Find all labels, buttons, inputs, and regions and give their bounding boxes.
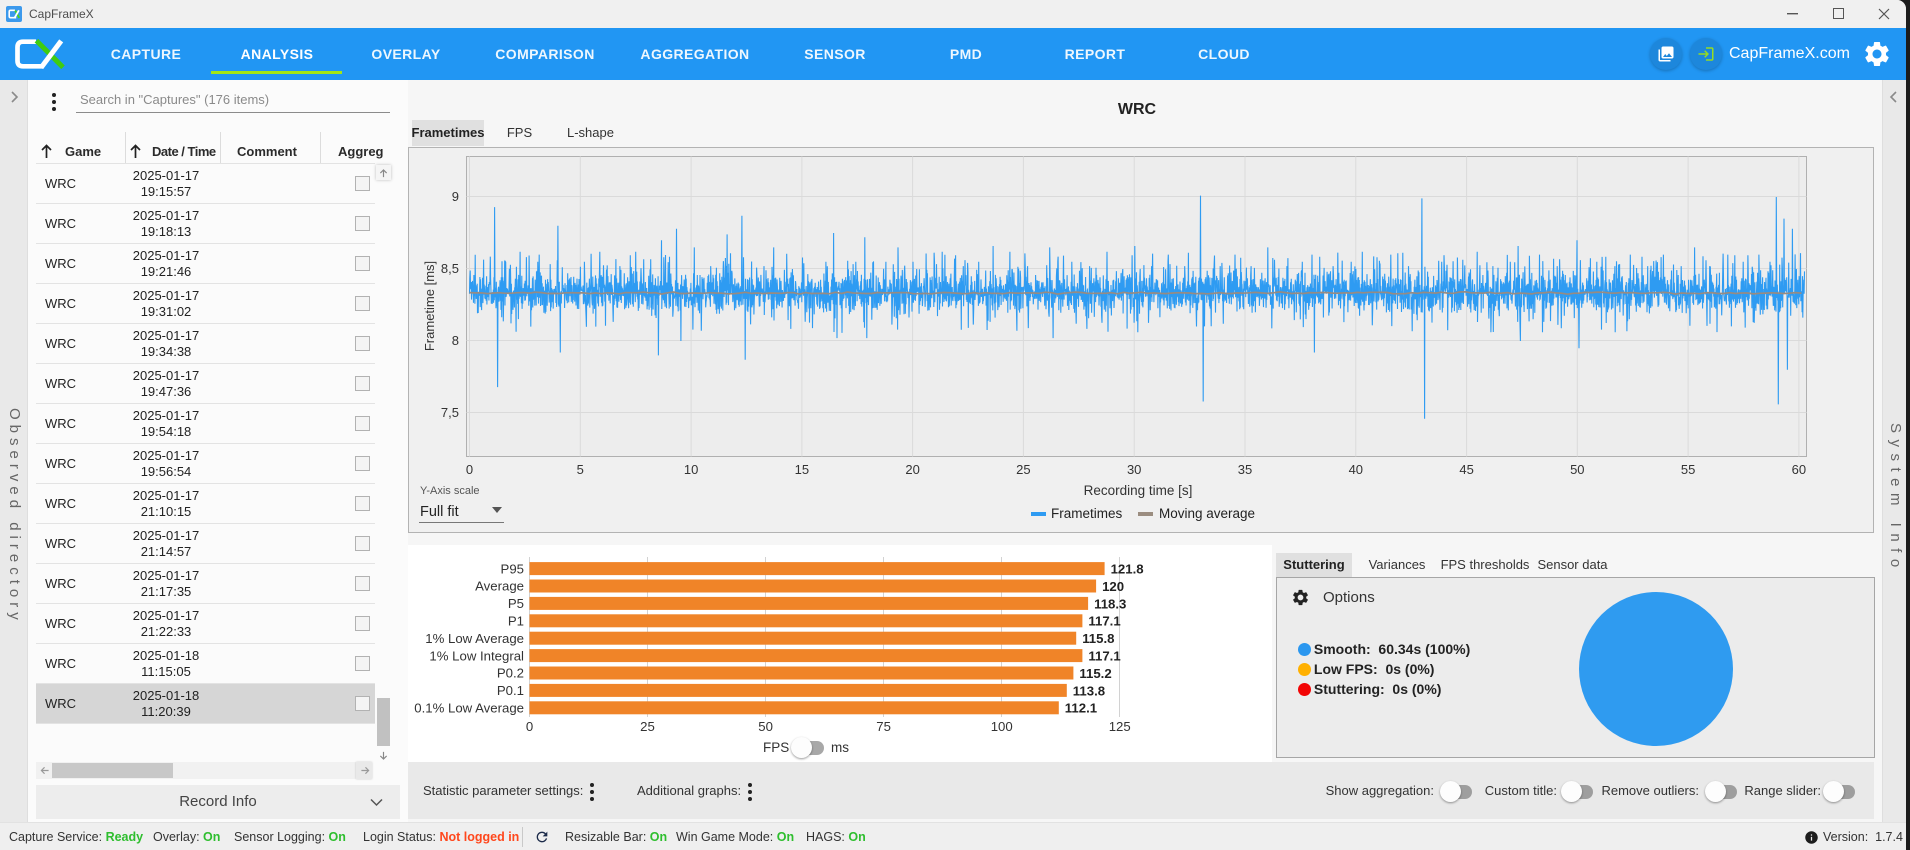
svg-text:112.1: 112.1 (1065, 701, 1097, 716)
svg-text:0: 0 (466, 462, 473, 477)
svg-text:25: 25 (1016, 462, 1030, 477)
svg-text:50: 50 (1570, 462, 1584, 477)
svg-text:9: 9 (452, 189, 459, 204)
svg-text:8: 8 (452, 333, 459, 348)
svg-text:P1: P1 (508, 614, 524, 629)
svg-text:45: 45 (1459, 462, 1473, 477)
svg-text:100: 100 (991, 719, 1013, 734)
svg-text:10: 10 (684, 462, 698, 477)
svg-text:35: 35 (1238, 462, 1252, 477)
svg-text:Full fit: Full fit (420, 504, 459, 520)
svg-text:117.1: 117.1 (1088, 614, 1120, 629)
svg-text:75: 75 (876, 719, 891, 734)
svg-text:Y-Axis scale: Y-Axis scale (420, 485, 480, 497)
svg-text:P5: P5 (508, 596, 524, 611)
svg-text:Frametimes: Frametimes (1051, 506, 1123, 521)
svg-text:55: 55 (1681, 462, 1695, 477)
svg-text:20: 20 (905, 462, 919, 477)
svg-text:P95: P95 (501, 561, 524, 576)
svg-text:115.2: 115.2 (1079, 666, 1111, 681)
svg-text:1% Low Integral: 1% Low Integral (429, 648, 524, 663)
svg-text:0.1% Low Average: 0.1% Low Average (414, 701, 524, 716)
svg-text:1% Low Average: 1% Low Average (425, 631, 524, 646)
svg-text:125: 125 (1109, 719, 1131, 734)
svg-text:117.1: 117.1 (1088, 649, 1120, 664)
svg-text:115.8: 115.8 (1082, 631, 1114, 646)
svg-text:40: 40 (1349, 462, 1363, 477)
svg-text:P0.2: P0.2 (497, 666, 524, 681)
svg-text:P0.1: P0.1 (497, 683, 524, 698)
svg-text:7,5: 7,5 (441, 405, 459, 420)
svg-text:30: 30 (1127, 462, 1141, 477)
svg-text:Average: Average (475, 579, 524, 594)
svg-text:0: 0 (526, 719, 533, 734)
svg-text:118.3: 118.3 (1094, 596, 1126, 611)
svg-text:8,5: 8,5 (441, 261, 459, 276)
svg-text:15: 15 (795, 462, 809, 477)
svg-text:25: 25 (640, 719, 655, 734)
svg-text:5: 5 (577, 462, 584, 477)
svg-text:120: 120 (1102, 579, 1124, 594)
svg-text:Frametime [ms]: Frametime [ms] (422, 261, 437, 351)
svg-text:113.8: 113.8 (1073, 683, 1105, 698)
svg-text:Moving average: Moving average (1159, 506, 1255, 521)
svg-text:50: 50 (758, 719, 773, 734)
svg-text:60: 60 (1792, 462, 1806, 477)
svg-text:Recording time [s]: Recording time [s] (1084, 483, 1193, 498)
svg-text:121.8: 121.8 (1111, 562, 1144, 577)
